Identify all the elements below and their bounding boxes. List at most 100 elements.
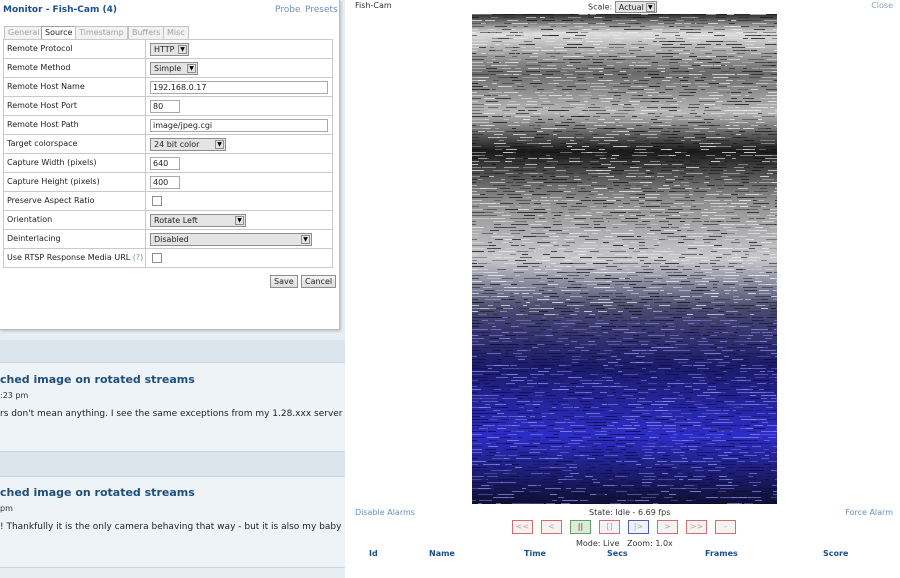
feed-streak (519, 392, 532, 393)
feed-streak (754, 161, 763, 162)
feed-streak (508, 143, 522, 144)
feed-streak (723, 347, 738, 348)
remote-host-name-input[interactable]: 192.168.0.17 (150, 81, 328, 94)
events-col-time[interactable]: Time (524, 549, 546, 558)
capture-height-input[interactable]: 400 (150, 176, 180, 189)
feed-streak (487, 158, 491, 159)
feed-streak (506, 35, 514, 36)
stop-button[interactable]: [] (599, 520, 620, 534)
events-col-frames[interactable]: Frames (705, 549, 738, 558)
deinterlacing-select[interactable]: Disabled ▼ (150, 233, 312, 246)
feed-streak (542, 206, 550, 207)
feed-streak (764, 359, 777, 360)
row-remote-host-path: Remote Host Path image/jpeg.cgi (3, 115, 333, 134)
play-button[interactable]: |> (628, 520, 649, 534)
feed-streak (730, 287, 735, 288)
feed-streak (472, 44, 487, 45)
tab-general[interactable]: General (4, 26, 44, 39)
feed-streak (650, 212, 662, 213)
feed-streak (721, 71, 730, 72)
feed-streak (661, 131, 670, 132)
feed-streak (619, 14, 627, 15)
feed-streak (515, 221, 527, 222)
feed-streak (721, 464, 736, 465)
feed-streak (492, 416, 507, 417)
feed-streak (675, 23, 682, 24)
feed-streak (618, 311, 623, 312)
feed-streak (765, 185, 777, 186)
forum-post-title[interactable]: ched image on rotated streams (0, 373, 195, 386)
forum-post-title[interactable]: ched image on rotated streams (0, 486, 195, 499)
feed-streak (522, 296, 533, 297)
pause-button[interactable]: || (570, 520, 591, 534)
feed-streak (530, 449, 547, 450)
tab-buffers[interactable]: Buffers (128, 26, 165, 39)
feed-streak (558, 185, 567, 186)
disable-alarms-link[interactable]: Disable Alarms (355, 508, 415, 517)
feed-streak (710, 326, 726, 327)
orientation-select[interactable]: Rotate Left ▼ (150, 214, 246, 227)
fast-forward-button[interactable]: >> (686, 520, 707, 534)
feed-streak (495, 56, 505, 57)
feed-streak (772, 182, 777, 183)
presets-link[interactable]: Presets (305, 5, 338, 15)
feed-streak (472, 38, 486, 39)
scale-select[interactable]: Actual ▼ (614, 1, 657, 13)
force-alarm-link[interactable]: Force Alarm (845, 508, 893, 517)
feed-streak (776, 197, 777, 198)
feed-streak (644, 89, 655, 90)
remote-method-select[interactable]: Simple ▼ (150, 62, 198, 75)
save-button[interactable]: Save (270, 275, 298, 288)
feed-streak (599, 464, 610, 465)
feed-streak (494, 224, 501, 225)
feed-streak (631, 293, 639, 294)
feed-streak (535, 215, 543, 216)
fast-rewind-button[interactable]: << (512, 520, 533, 534)
feed-streak (617, 434, 621, 435)
feed-streak (655, 158, 661, 159)
events-col-id[interactable]: Id (369, 549, 378, 558)
zoom-out-button[interactable]: - (715, 520, 736, 534)
feed-streak (657, 68, 665, 69)
feed-streak (763, 254, 769, 255)
tab-misc[interactable]: Misc (163, 26, 189, 39)
feed-streak (537, 344, 545, 345)
slow-forward-button[interactable]: > (657, 520, 678, 534)
feed-streak (585, 470, 591, 471)
events-col-secs[interactable]: Secs (607, 549, 628, 558)
preserve-aspect-checkbox[interactable] (152, 196, 162, 206)
remote-protocol-select[interactable]: HTTP ▼ (150, 43, 189, 56)
feed-streak (511, 326, 519, 327)
tab-timestamp[interactable]: Timestamp (75, 26, 128, 39)
capture-width-input[interactable]: 640 (150, 157, 180, 170)
tab-source[interactable]: Source (41, 26, 77, 39)
feed-streak (590, 149, 597, 150)
feed-streak (585, 464, 589, 465)
slow-rewind-button[interactable]: < (541, 520, 562, 534)
feed-streak (527, 419, 542, 420)
forum-post-time: pm (0, 504, 13, 513)
feed-streak (591, 185, 606, 186)
rtsp-media-url-checkbox[interactable] (152, 253, 162, 263)
feed-streak (605, 290, 616, 291)
feed-streak (646, 467, 652, 468)
cancel-button[interactable]: Cancel (301, 275, 337, 288)
events-col-name[interactable]: Name (429, 549, 455, 558)
feed-streak (543, 452, 547, 453)
close-link[interactable]: Close (871, 1, 893, 10)
remote-host-port-input[interactable]: 80 (150, 100, 180, 113)
target-colorspace-select[interactable]: 24 bit color ▼ (150, 138, 226, 151)
feed-streak (518, 95, 522, 96)
probe-link[interactable]: Probe (275, 5, 301, 15)
feed-streak (755, 227, 763, 228)
feed-streak (719, 416, 734, 417)
feed-streak (642, 158, 647, 159)
feed-streak (561, 113, 565, 114)
feed-streak (680, 329, 684, 330)
feed-streak (662, 416, 672, 417)
feed-streak (542, 326, 551, 327)
events-col-score[interactable]: Score (823, 549, 848, 558)
help-link[interactable]: (?) (133, 253, 144, 262)
feed-streak (706, 14, 716, 15)
remote-host-path-input[interactable]: image/jpeg.cgi (150, 119, 328, 132)
